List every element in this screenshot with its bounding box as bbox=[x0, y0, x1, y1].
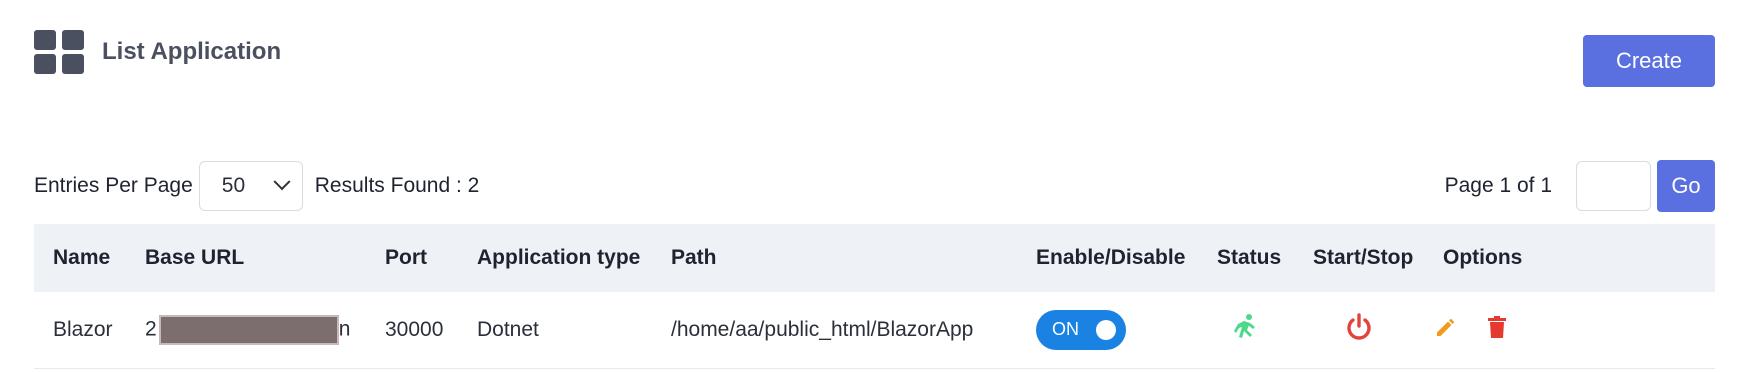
page-title: List Application bbox=[102, 38, 282, 65]
cell-path: /home/aa/public_html/BlazorApp bbox=[671, 317, 974, 341]
redacted-block bbox=[158, 314, 339, 345]
entries-value: 50 bbox=[221, 174, 246, 197]
column-header-application-type[interactable]: Application type bbox=[458, 224, 652, 292]
base-url-start: 2 bbox=[145, 317, 157, 341]
pagination: Page 1 of 1 Go bbox=[1445, 160, 1715, 212]
toggle-knob bbox=[1096, 319, 1116, 340]
cell-name: Blazor bbox=[53, 317, 113, 341]
cell-status bbox=[1198, 292, 1294, 368]
cell-enable-disable: ON bbox=[1017, 292, 1198, 368]
column-header-base-url[interactable]: Base URL bbox=[126, 224, 366, 292]
column-header-port[interactable]: Port bbox=[366, 224, 458, 292]
entries-toolbar: Entries Per Page 50 Results Found : 2 bbox=[34, 160, 479, 212]
column-header-name[interactable]: Name bbox=[34, 224, 126, 292]
applications-table: Name Base URL Port Application type Path… bbox=[34, 224, 1715, 369]
running-person-icon bbox=[1233, 313, 1259, 347]
results-count: Results Found : 2 bbox=[314, 174, 480, 197]
column-header-enable-disable[interactable]: Enable/Disable bbox=[1017, 224, 1198, 292]
entries-select[interactable]: 50 bbox=[198, 161, 303, 211]
entries-label: Entries Per Page bbox=[34, 174, 193, 197]
grid-icon bbox=[34, 30, 84, 74]
power-icon[interactable] bbox=[1345, 313, 1373, 347]
cell-start-stop bbox=[1294, 292, 1424, 368]
pencil-icon[interactable] bbox=[1434, 315, 1458, 345]
column-header-status[interactable]: Status bbox=[1198, 224, 1294, 292]
page-number-input[interactable] bbox=[1576, 161, 1651, 211]
enable-toggle[interactable]: ON bbox=[1036, 309, 1126, 350]
column-header-start-stop[interactable]: Start/Stop bbox=[1294, 224, 1424, 292]
base-url-end: n bbox=[338, 317, 351, 341]
column-header-options[interactable]: Options bbox=[1424, 224, 1715, 292]
page-header: List Application bbox=[34, 28, 281, 76]
table-header-row: Name Base URL Port Application type Path… bbox=[34, 224, 1715, 292]
trash-icon[interactable] bbox=[1486, 315, 1508, 345]
go-button[interactable]: Go bbox=[1657, 160, 1715, 212]
cell-port: 30000 bbox=[385, 317, 444, 341]
chevron-down-icon bbox=[273, 173, 291, 191]
cell-app-type: Dotnet bbox=[477, 317, 539, 341]
table-row: Blazor 2n 30000 Dotnet /home/aa/public_h… bbox=[34, 292, 1715, 368]
create-button[interactable]: Create bbox=[1583, 35, 1715, 87]
cell-base-url: 2n bbox=[126, 292, 366, 368]
column-header-path[interactable]: Path bbox=[652, 224, 1017, 292]
page-info: Page 1 of 1 bbox=[1444, 174, 1552, 197]
cell-options bbox=[1424, 292, 1715, 368]
toggle-label: ON bbox=[1052, 319, 1079, 340]
